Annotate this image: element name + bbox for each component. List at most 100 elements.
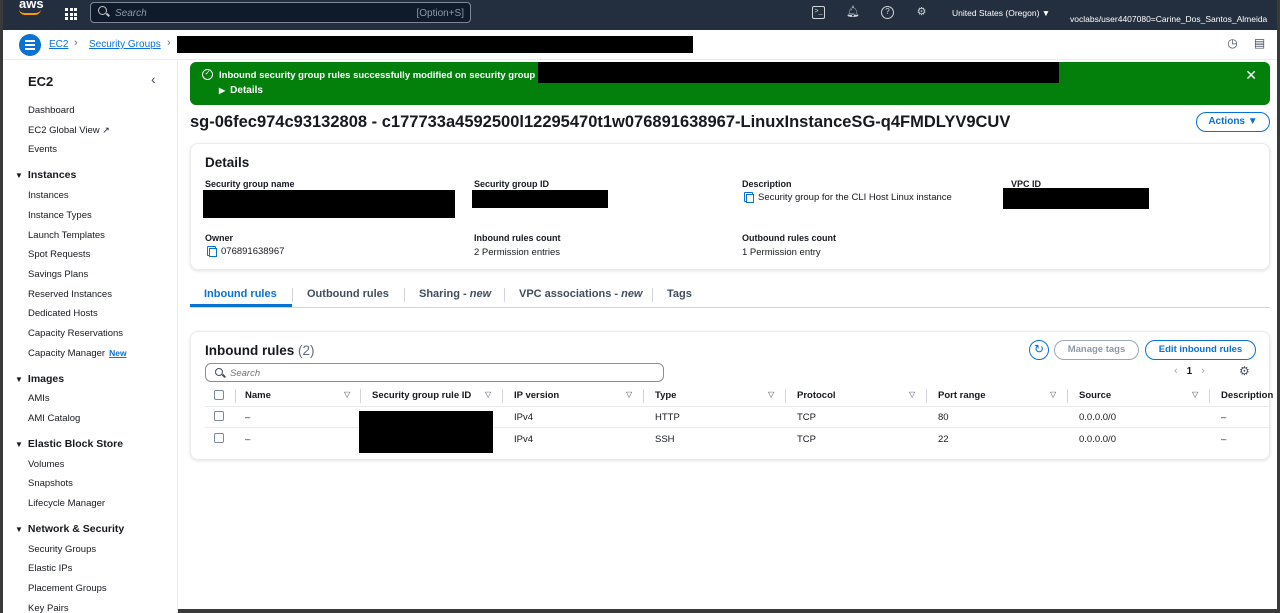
notifications-bell-icon[interactable]: 🔔︎ xyxy=(846,6,860,19)
column-divider xyxy=(235,389,236,403)
sort-caret-icon[interactable]: ▽ xyxy=(626,390,632,399)
sidebar-item-elastic-ips[interactable]: Elastic IPs xyxy=(28,563,72,574)
sidebar-item-dashboard[interactable]: Dashboard xyxy=(28,105,74,116)
history-icon[interactable]: ◷ xyxy=(1226,37,1239,50)
sidebar-item-volumes[interactable]: Volumes xyxy=(28,459,64,470)
redacted-breadcrumb xyxy=(177,36,693,53)
search-icon xyxy=(98,6,107,15)
rules-search-field[interactable] xyxy=(205,363,664,382)
sidebar-section-elastic-block-store[interactable]: ▼ Elastic Block Store xyxy=(15,438,123,450)
tab-outbound-rules[interactable]: Outbound rules xyxy=(307,288,389,300)
help-icon[interactable]: ? xyxy=(881,6,894,19)
column-divider xyxy=(785,389,786,403)
tab-tags[interactable]: Tags xyxy=(667,288,692,300)
tab-vpc-associations[interactable]: VPC associations - new xyxy=(519,288,643,300)
sidebar-item-launch-templates[interactable]: Launch Templates xyxy=(28,230,105,241)
section-label: Network & Security xyxy=(27,523,125,535)
sidebar-item-capacity-manager[interactable]: Capacity Manager New xyxy=(28,348,127,359)
sidebar-section-images[interactable]: ▼ Images xyxy=(15,373,64,385)
edit-inbound-rules-button[interactable]: Edit inbound rules xyxy=(1145,340,1256,360)
select-all-checkbox[interactable] xyxy=(214,390,224,400)
sort-caret-icon[interactable]: ▽ xyxy=(485,390,491,399)
cell-source: 0.0.0.0/0 xyxy=(1079,434,1116,445)
services-grid-icon[interactable] xyxy=(65,8,77,20)
new-badge: New xyxy=(109,348,127,358)
side-nav-toggle-button[interactable] xyxy=(19,34,41,56)
sidebar-section-instances[interactable]: ▼ Instances xyxy=(15,169,76,181)
rules-search-input[interactable] xyxy=(230,366,650,380)
sidebar-item-amis[interactable]: AMIs xyxy=(28,393,50,404)
sidebar-item-dedicated-hosts[interactable]: Dedicated Hosts xyxy=(28,308,98,319)
col-header-rule-id[interactable]: Security group rule ID xyxy=(372,390,471,401)
sidebar-title: EC2 xyxy=(28,74,54,89)
inbound-count-value: 2 Permission entries xyxy=(474,247,561,258)
cell-ip-version: IPv4 xyxy=(514,412,534,423)
sidebar-item-ami-catalog[interactable]: AMI Catalog xyxy=(28,413,80,424)
col-header-type[interactable]: Type xyxy=(655,390,676,401)
sidebar-item-placement-groups[interactable]: Placement Groups xyxy=(28,583,107,594)
page-title: sg-06fec974c93132808 - c177733a4592500l1… xyxy=(190,113,1011,131)
browser-frame: aws Search [Option+S] >_ 🔔︎ ? ⚙ United S… xyxy=(0,0,1280,613)
global-search-input[interactable]: Search [Option+S] xyxy=(90,2,471,23)
cloudshell-icon[interactable]: >_ xyxy=(812,6,825,19)
sort-caret-icon[interactable]: ▽ xyxy=(344,390,350,399)
sidebar-item-instances[interactable]: Instances xyxy=(28,190,69,201)
prev-page-icon[interactable]: ‹ xyxy=(1174,365,1178,377)
sidebar-item-snapshots[interactable]: Snapshots xyxy=(28,478,73,489)
sidebar-section-network-security[interactable]: ▼ Network & Security xyxy=(15,523,124,535)
sidebar-item-spot-requests[interactable]: Spot Requests xyxy=(28,249,90,260)
sidebar-item-capacity-reservations[interactable]: Capacity Reservations xyxy=(28,328,123,339)
sidebar-item-instance-types[interactable]: Instance Types xyxy=(28,210,92,221)
cell-type: HTTP xyxy=(655,412,680,423)
refresh-icon[interactable]: ↻ xyxy=(1029,340,1049,360)
search-shortcut: [Option+S] xyxy=(416,8,464,19)
col-header-port-range[interactable]: Port range xyxy=(938,390,986,401)
sort-caret-icon[interactable]: ▽ xyxy=(909,390,915,399)
row-checkbox[interactable] xyxy=(214,433,224,443)
success-flashbar: ✓ Inbound security group rules successfu… xyxy=(190,62,1270,105)
settings-gear-icon[interactable]: ⚙ xyxy=(915,6,928,19)
breadcrumb-security-groups[interactable]: Security Groups xyxy=(89,39,161,50)
pagination: ‹ 1 › xyxy=(1174,365,1205,377)
close-icon[interactable]: ✕ xyxy=(1245,67,1257,84)
manage-tags-button[interactable]: Manage tags xyxy=(1054,340,1139,360)
table-preferences-gear-icon[interactable]: ⚙ xyxy=(1239,364,1250,378)
sidebar-item-lifecycle-manager[interactable]: Lifecycle Manager xyxy=(28,498,105,509)
cell-port-range: 80 xyxy=(938,412,949,423)
sort-caret-icon[interactable]: ▽ xyxy=(768,390,774,399)
tab-new-label: new xyxy=(469,288,492,300)
sort-caret-icon[interactable]: ▽ xyxy=(1050,390,1056,399)
col-header-name[interactable]: Name xyxy=(245,390,271,401)
sidebar-item-events[interactable]: Events xyxy=(28,144,57,155)
actions-button[interactable]: Actions ▼ xyxy=(1196,112,1270,132)
tab-sharing[interactable]: Sharing - new xyxy=(419,288,491,300)
next-page-icon[interactable]: › xyxy=(1201,365,1205,377)
aws-top-nav: aws Search [Option+S] >_ 🔔︎ ? ⚙ United S… xyxy=(3,0,1277,30)
account-menu[interactable]: voclabs/user4407080=Carine_Dos_Santos_Al… xyxy=(1070,14,1267,24)
flash-details-toggle[interactable]: ▶ Details xyxy=(219,85,263,96)
region-selector[interactable]: United States (Oregon) ▼ xyxy=(952,8,1050,18)
current-page[interactable]: 1 xyxy=(1187,366,1193,377)
copy-icon[interactable] xyxy=(744,192,754,203)
col-header-source[interactable]: Source xyxy=(1079,390,1111,401)
col-header-ip-version[interactable]: IP version xyxy=(514,390,559,401)
sidebar-item-key-pairs[interactable]: Key Pairs xyxy=(28,603,69,613)
sidebar-item-reserved-instances[interactable]: Reserved Instances xyxy=(28,289,112,300)
owner-text: 076891638967 xyxy=(221,246,285,257)
sidebar-item-ec2-global-view[interactable]: EC2 Global View ↗ xyxy=(28,125,110,136)
copy-icon[interactable] xyxy=(207,246,217,257)
collapse-sidebar-icon[interactable]: ‹ xyxy=(151,71,156,87)
sidebar-item-security-groups[interactable]: Security Groups xyxy=(28,544,96,555)
feedback-icon[interactable]: ▤ xyxy=(1253,37,1266,50)
row-checkbox[interactable] xyxy=(214,411,224,421)
sort-caret-icon[interactable]: ▽ xyxy=(1192,390,1198,399)
section-label: Instances xyxy=(27,169,77,181)
inbound-rules-heading: Inbound rules (2) xyxy=(205,343,315,358)
column-divider xyxy=(926,389,927,403)
col-header-description[interactable]: Description xyxy=(1221,390,1273,401)
sidebar-item-savings-plans[interactable]: Savings Plans xyxy=(28,269,88,280)
success-check-icon: ✓ xyxy=(202,69,213,80)
breadcrumb-ec2[interactable]: EC2 xyxy=(49,39,68,50)
tab-inbound-rules[interactable]: Inbound rules xyxy=(204,288,277,300)
col-header-protocol[interactable]: Protocol xyxy=(797,390,836,401)
